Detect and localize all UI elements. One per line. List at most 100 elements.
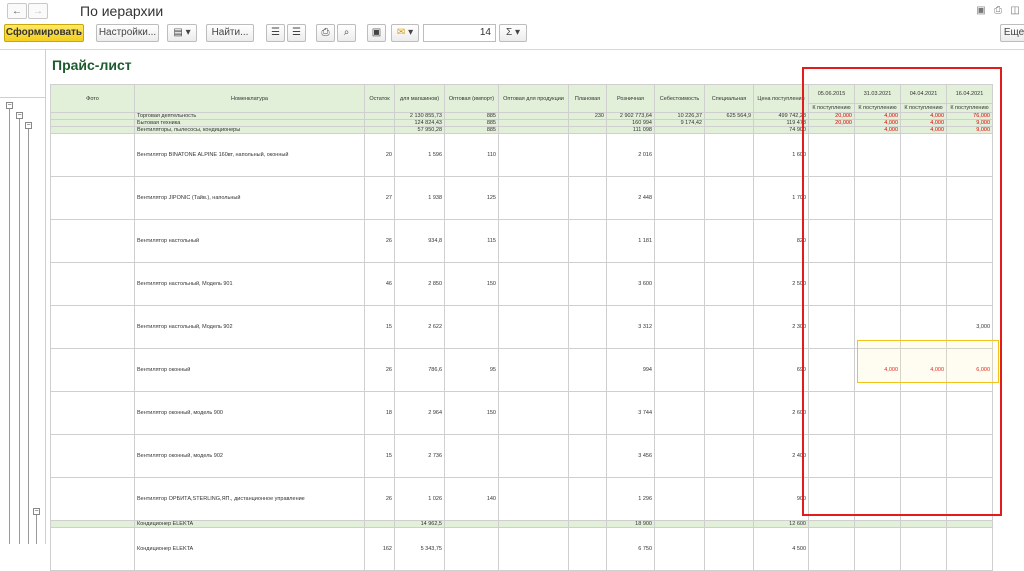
photo-cell[interactable] (50, 112, 135, 120)
name-cell[interactable]: Бытовая техника (134, 119, 365, 127)
photo-cell[interactable] (50, 133, 135, 177)
number-field[interactable]: 14 (423, 24, 496, 42)
value-cell[interactable] (498, 262, 569, 306)
value-cell[interactable]: 119 478 (753, 119, 809, 127)
value-cell[interactable]: 15 (364, 305, 395, 349)
value-cell[interactable] (568, 126, 607, 134)
value-cell[interactable]: 95 (444, 348, 499, 392)
value-cell[interactable]: 9 174,42 (654, 119, 705, 127)
name-cell[interactable]: Вентилятор оконный, модель 900 (134, 391, 365, 435)
value-cell[interactable] (704, 348, 754, 392)
collapse-toggle-level2[interactable]: − (16, 112, 23, 119)
preview-button[interactable]: ⌕ (337, 24, 356, 42)
value-cell[interactable] (364, 119, 395, 127)
value-cell[interactable] (654, 391, 705, 435)
table-row[interactable]: Кондиционер ELEKTA 162 5 343,75 6 750 4 500 (50, 527, 993, 571)
value-cell[interactable] (568, 477, 607, 521)
value-cell[interactable]: 1 296 (606, 477, 655, 521)
value-cell[interactable]: 110 (444, 133, 499, 177)
value-cell[interactable]: 934,8 (394, 219, 445, 263)
value-cell[interactable]: 26 (364, 348, 395, 392)
value-cell[interactable] (568, 133, 607, 177)
value-cell[interactable]: 46 (364, 262, 395, 306)
value-cell[interactable] (900, 520, 947, 528)
value-cell[interactable] (444, 434, 499, 478)
value-cell[interactable]: 27 (364, 176, 395, 220)
value-cell[interactable]: 1 600 (753, 133, 809, 177)
value-cell[interactable]: 18 (364, 391, 395, 435)
photo-cell[interactable] (50, 126, 135, 134)
value-cell[interactable] (568, 176, 607, 220)
value-cell[interactable] (568, 527, 607, 571)
value-cell[interactable]: 26 (364, 477, 395, 521)
value-cell[interactable] (568, 119, 607, 127)
value-cell[interactable]: 15 (364, 434, 395, 478)
column-header[interactable]: Плановая (568, 84, 607, 113)
value-cell[interactable]: 4 500 (753, 527, 809, 571)
value-cell[interactable]: 3 600 (606, 262, 655, 306)
value-cell[interactable]: 12 600 (753, 520, 809, 528)
column-header[interactable]: Номенклатура (134, 84, 365, 113)
name-cell[interactable]: Вентилятор ОРБИТА,STERLING,ЯП., дистанци… (134, 477, 365, 521)
value-cell[interactable] (704, 527, 754, 571)
value-cell[interactable] (654, 477, 705, 521)
value-cell[interactable]: 690 (753, 348, 809, 392)
find-button[interactable]: Найти... (206, 24, 254, 42)
send-button[interactable]: ✉ ▾ (391, 24, 419, 42)
collapse-button[interactable]: ☰ (287, 24, 306, 42)
value-cell[interactable] (946, 520, 993, 528)
value-cell[interactable] (568, 219, 607, 263)
save-button[interactable]: ▣ (367, 24, 386, 42)
value-cell[interactable] (498, 305, 569, 349)
settings-button[interactable]: Настройки... (96, 24, 159, 42)
value-cell[interactable]: 2 016 (606, 133, 655, 177)
column-header[interactable]: Цена поступления (753, 84, 809, 113)
value-cell[interactable] (704, 119, 754, 127)
value-cell[interactable]: 2 600 (753, 391, 809, 435)
save-icon[interactable]: ▣ (976, 6, 986, 16)
value-cell[interactable] (654, 126, 705, 134)
value-cell[interactable] (654, 348, 705, 392)
value-cell[interactable] (704, 219, 754, 263)
value-cell[interactable] (498, 527, 569, 571)
name-cell[interactable]: Вентилятор оконный (134, 348, 365, 392)
value-cell[interactable] (498, 219, 569, 263)
value-cell[interactable]: 625 564,9 (704, 112, 754, 120)
value-cell[interactable]: 2 902 773,64 (606, 112, 655, 120)
value-cell[interactable] (444, 305, 499, 349)
value-cell[interactable] (704, 520, 754, 528)
value-cell[interactable]: 499 742,28 (753, 112, 809, 120)
value-cell[interactable] (704, 262, 754, 306)
sum-button[interactable]: Σ ▾ (499, 24, 527, 42)
name-cell[interactable]: Вентилятор настольный (134, 219, 365, 263)
photo-cell[interactable] (50, 520, 135, 528)
collapse-toggle-level4[interactable]: − (33, 508, 40, 515)
print-button[interactable]: ⎙ (316, 24, 335, 42)
value-cell[interactable] (704, 434, 754, 478)
expand-button[interactable]: ☰ (266, 24, 285, 42)
value-cell[interactable]: 3 312 (606, 305, 655, 349)
value-cell[interactable]: 150 (444, 391, 499, 435)
value-cell[interactable]: 900 (753, 477, 809, 521)
value-cell[interactable]: 994 (606, 348, 655, 392)
collapse-toggle-level3[interactable]: − (25, 122, 32, 129)
value-cell[interactable] (568, 305, 607, 349)
value-cell[interactable]: 820 (753, 219, 809, 263)
value-cell[interactable]: 2 964 (394, 391, 445, 435)
value-cell[interactable] (498, 126, 569, 134)
value-cell[interactable] (654, 133, 705, 177)
column-header[interactable]: Специальная (704, 84, 754, 113)
value-cell[interactable]: 6 750 (606, 527, 655, 571)
value-cell[interactable]: 57 950,28 (394, 126, 445, 134)
value-cell[interactable]: 125 (444, 176, 499, 220)
value-cell[interactable] (654, 520, 705, 528)
value-cell[interactable] (654, 527, 705, 571)
value-cell[interactable]: 1 938 (394, 176, 445, 220)
value-cell[interactable]: 786,6 (394, 348, 445, 392)
value-cell[interactable] (654, 176, 705, 220)
collapse-toggle-level1[interactable]: − (6, 102, 13, 109)
value-cell[interactable] (808, 520, 855, 528)
value-cell[interactable] (808, 527, 855, 571)
value-cell[interactable] (900, 527, 947, 571)
value-cell[interactable]: 885 (444, 112, 499, 120)
